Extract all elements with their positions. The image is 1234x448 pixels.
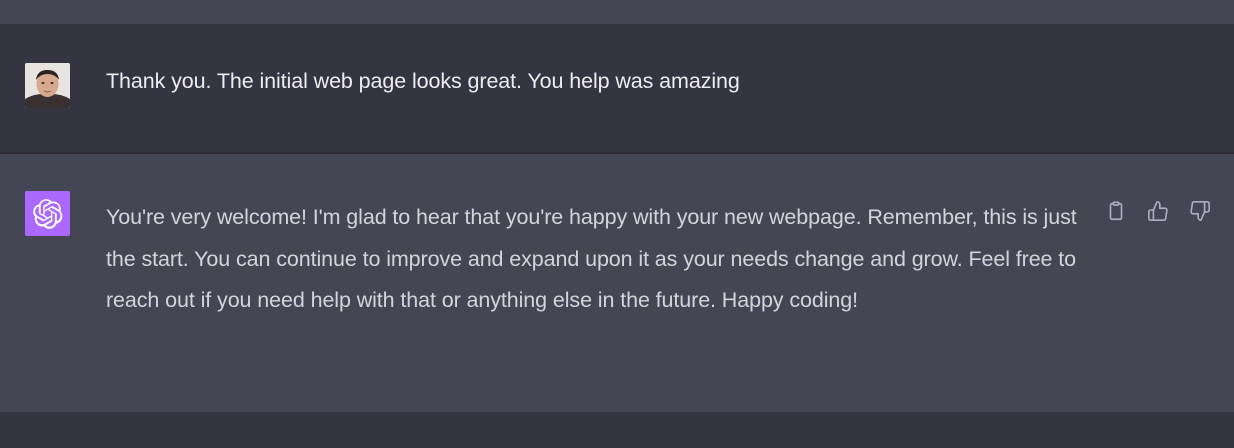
user-message-row: Thank you. The initial web page looks gr… <box>0 24 1234 154</box>
assistant-message-text: You're very welcome! I'm glad to hear th… <box>106 205 1077 312</box>
thumbs-down-button[interactable] <box>1186 197 1214 225</box>
openai-logo-icon <box>25 191 70 236</box>
message-actions <box>1102 197 1214 225</box>
previous-message-strip <box>0 0 1234 24</box>
copy-button[interactable] <box>1102 197 1130 225</box>
next-message-strip <box>0 412 1234 448</box>
user-message-text: Thank you. The initial web page looks gr… <box>106 69 740 93</box>
assistant-message-row: You're very welcome! I'm glad to hear th… <box>0 154 1234 412</box>
thumbs-up-button[interactable] <box>1144 197 1172 225</box>
thumbs-down-icon <box>1190 201 1210 221</box>
thumbs-up-icon <box>1148 201 1168 221</box>
clipboard-icon <box>1109 201 1123 221</box>
user-avatar <box>25 63 70 108</box>
